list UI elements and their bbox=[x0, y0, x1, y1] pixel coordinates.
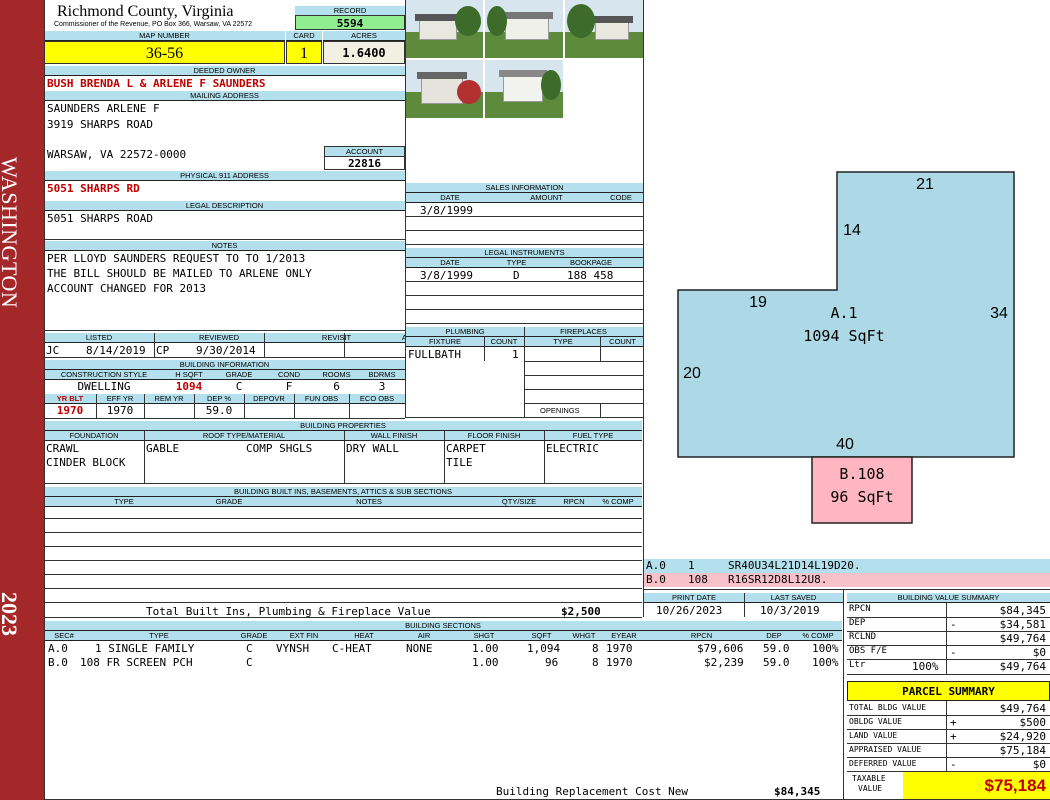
notes-line3: ACCOUNT CHANGED FOR 2013 bbox=[47, 282, 206, 295]
building-properties-label: BUILDING PROPERTIES bbox=[44, 421, 642, 431]
replacement-cost-value: $84,345 bbox=[774, 785, 821, 798]
last-saved: 10/3/2019 bbox=[760, 604, 820, 617]
map-number-label: MAP NUMBER bbox=[44, 31, 285, 41]
building-sketch: 21 14 19 34 20 40 A.1 1094 SqFt B.108 96… bbox=[677, 171, 1015, 524]
card-value: 1 bbox=[286, 41, 322, 64]
floor-finish-2: TILE bbox=[446, 456, 473, 469]
replacement-cost-label: Building Replacement Cost New bbox=[496, 785, 689, 798]
legend-row-b: B.0 108 R16SR12D8L12U8. bbox=[644, 573, 1050, 587]
taxable-label-1: TAXABLE bbox=[852, 774, 886, 783]
fuel-type: ELECTRIC bbox=[546, 442, 599, 455]
account-value: 22816 bbox=[324, 156, 405, 170]
notes-line2: THE BILL SHOULD BE MAILED TO ARLENE ONLY bbox=[47, 267, 312, 280]
physical-address-label: PHYSICAL 911 ADDRESS bbox=[44, 171, 405, 181]
acres-value: 1.6400 bbox=[323, 41, 405, 64]
district-sidebar bbox=[0, 0, 44, 800]
legal-instruments-header: DATE TYPE BOOKPAGE bbox=[406, 258, 643, 268]
district-name: WASHINGTON bbox=[0, 157, 22, 309]
acres-label: ACRES bbox=[323, 31, 405, 41]
dim-bottom: 40 bbox=[836, 436, 854, 453]
reviewed-by: CP bbox=[156, 344, 170, 357]
area-b-label: B.108 bbox=[839, 465, 884, 483]
effective-year: 1970 bbox=[106, 404, 134, 417]
last-saved-label: LAST SAVED bbox=[770, 593, 817, 602]
dim-left: 20 bbox=[683, 365, 701, 382]
property-photo-2[interactable] bbox=[485, 0, 563, 58]
plumbing-label: PLUMBING bbox=[445, 327, 485, 336]
plumbing-count: 1 bbox=[512, 348, 519, 361]
county-name: Richmond County, Virginia bbox=[57, 3, 234, 20]
heated-sqft: 1094 bbox=[175, 380, 203, 393]
mailing-line1: SAUNDERS ARLENE F bbox=[47, 102, 160, 115]
property-photo-4[interactable] bbox=[405, 60, 483, 118]
built-ins-header: TYPE GRADE NOTES QTY/SIZE RPCN % COMP bbox=[44, 497, 642, 507]
area-a-sqft: 1094 SqFt bbox=[803, 327, 884, 345]
parcel-summary-label: PARCEL SUMMARY bbox=[847, 681, 1050, 701]
roof-material: COMP SHGLS bbox=[246, 442, 313, 455]
foundation-1: CRAWL bbox=[46, 442, 80, 455]
listing-header: LISTED REVIEWED REVISIT APPEALS bbox=[44, 333, 436, 343]
card-label: CARD bbox=[286, 31, 322, 41]
print-date-label: PRINT DATE bbox=[672, 593, 716, 602]
floor-finish-1: CARPET bbox=[446, 442, 486, 455]
property-photo-5[interactable] bbox=[485, 60, 563, 118]
legal-instruments-label: LEGAL INSTRUMENTS bbox=[406, 248, 643, 258]
fireplaces-label: FIREPLACES bbox=[560, 327, 607, 336]
listed-date: 8/14/2019 bbox=[86, 344, 146, 357]
property-photo-1[interactable] bbox=[405, 0, 483, 58]
sales-label: SALES INFORMATION bbox=[406, 183, 643, 193]
foundation-2: CINDER BLOCK bbox=[46, 456, 126, 469]
reviewed-date: 9/30/2014 bbox=[196, 344, 256, 357]
county-address: Commissioner of the Revenue, PO Box 366,… bbox=[54, 21, 253, 28]
sales-header: DATE AMOUNT CODE bbox=[406, 193, 643, 203]
dim-top: 21 bbox=[916, 176, 934, 193]
plumbing-fixture: FULLBATH bbox=[408, 348, 461, 361]
physical-address: 5051 SHARPS RD bbox=[47, 182, 140, 195]
building-info-header: CONSTRUCTION STYLE H SQFT GRADE COND ROO… bbox=[44, 370, 405, 380]
building-sections-label: BUILDING SECTIONS bbox=[44, 621, 842, 631]
building-info-header2: YR BLT EFF YR REM YR DEP % DEPOVR FUN OB… bbox=[44, 394, 405, 404]
building-sections-header: SEC# TYPE GRADE EXT FIN HEAT AIR SHGT SQ… bbox=[44, 631, 842, 641]
roof-type: GABLE bbox=[146, 442, 180, 455]
construction-style: DWELLING bbox=[77, 380, 131, 393]
rooms: 6 bbox=[333, 380, 340, 393]
notes-line1: PER LLOYD SAUNDERS REQUEST TO TO 1/2013 bbox=[47, 252, 306, 265]
listed-label: LISTED bbox=[85, 333, 113, 342]
area-a-label: A.1 bbox=[830, 304, 857, 322]
dim-right: 34 bbox=[990, 305, 1008, 322]
grade: C bbox=[235, 380, 243, 393]
bedrooms: 3 bbox=[378, 380, 386, 393]
legal-description-label: LEGAL DESCRIPTION bbox=[44, 201, 405, 211]
mailing-line2: 3919 SHARPS ROAD bbox=[47, 118, 153, 131]
wall-finish: DRY WALL bbox=[346, 442, 399, 455]
condition: F bbox=[285, 380, 293, 393]
deeded-owner-label: DEEDED OWNER bbox=[44, 66, 405, 76]
depreciation-pct: 59.0 bbox=[205, 404, 233, 417]
mailing-line3: WARSAW, VA 22572-0000 bbox=[47, 148, 187, 161]
bvs-label: BUILDING VALUE SUMMARY bbox=[847, 593, 1050, 603]
built-ins-label: BUILDING BUILT INS, BASEMENTS, ATTICS & … bbox=[44, 487, 642, 497]
area-b-sqft: 96 SqFt bbox=[830, 488, 893, 506]
map-number-value: 36-56 bbox=[44, 41, 285, 64]
tax-year: 2023 bbox=[0, 592, 22, 636]
legend-row-a: A.0 1 SR40U34L21D14L19D20. bbox=[644, 559, 1050, 573]
dim-notch-side: 14 bbox=[843, 222, 861, 239]
record-value: 5594 bbox=[295, 15, 405, 30]
print-date: 10/26/2023 bbox=[656, 604, 723, 617]
legal-description: 5051 SHARPS ROAD bbox=[47, 212, 153, 225]
taxable-label-2: VALUE bbox=[858, 784, 883, 793]
revisit-label: REVISIT bbox=[321, 333, 352, 342]
dim-notch-top: 19 bbox=[749, 294, 767, 311]
property-photo-3[interactable] bbox=[565, 0, 643, 58]
mailing-address-label: MAILING ADDRESS bbox=[44, 91, 405, 101]
year-built: 1970 bbox=[56, 404, 84, 417]
openings-label: OPENINGS bbox=[540, 406, 580, 415]
building-info-label: BUILDING INFORMATION bbox=[44, 360, 405, 370]
taxable-value: $75,184 bbox=[903, 772, 1050, 799]
deeded-owner: BUSH BRENDA L & ARLENE F SAUNDERS bbox=[47, 77, 266, 90]
building-properties-header: FOUNDATION ROOF TYPE/MATERIAL WALL FINIS… bbox=[44, 431, 642, 441]
notes-label: NOTES bbox=[44, 241, 405, 251]
listed-by: JC bbox=[46, 344, 60, 357]
